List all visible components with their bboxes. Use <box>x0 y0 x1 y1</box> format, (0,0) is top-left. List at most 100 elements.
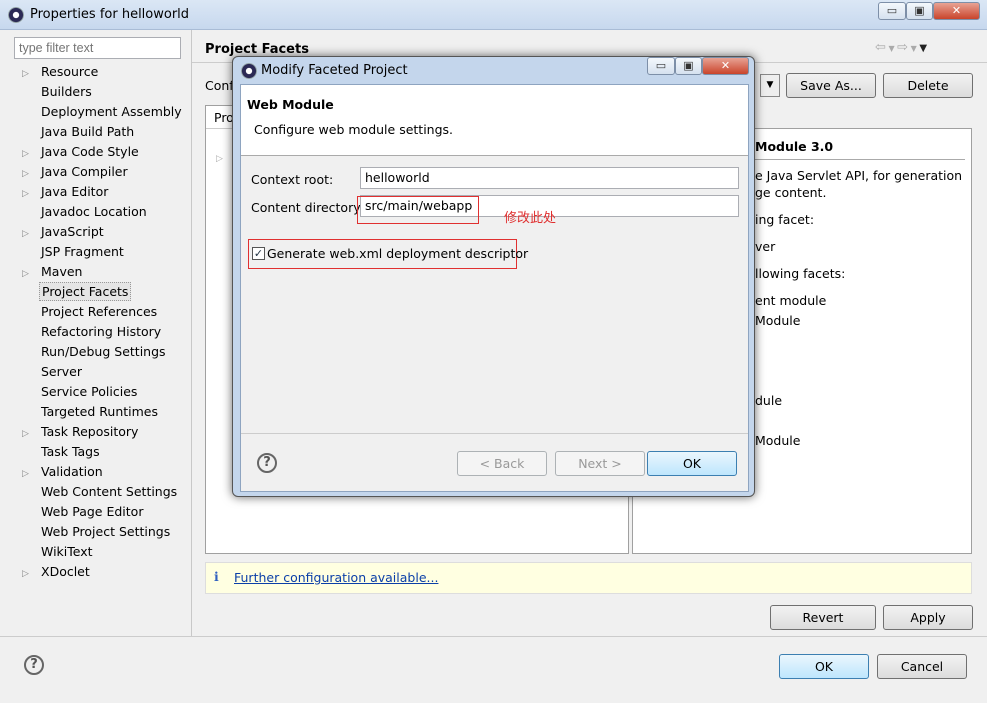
back-button[interactable]: < Back <box>457 451 547 476</box>
column-header-project-facet[interactable]: Pro <box>214 110 234 125</box>
tree-item[interactable]: ▷ Java Compiler <box>22 162 130 182</box>
expand-arrow-icon[interactable]: ▷ <box>22 564 39 584</box>
details-line: ing facet: <box>755 212 815 227</box>
tree-item[interactable]: Service Policies <box>22 382 139 402</box>
details-line: Module <box>755 433 801 448</box>
tree-item-label: Server <box>41 364 82 379</box>
details-line: dule <box>755 393 783 408</box>
generate-webxml-label[interactable]: Generate web.xml deployment descriptor <box>267 246 528 261</box>
tree-item-label: Java Code Style <box>41 144 139 159</box>
delete-button[interactable]: Delete <box>883 73 973 98</box>
tree-item[interactable]: Web Content Settings <box>22 482 179 502</box>
tree-item[interactable]: Run/Debug Settings <box>22 342 168 362</box>
context-root-label: Context root: <box>251 172 334 187</box>
expand-arrow-icon[interactable]: ▷ <box>22 464 39 484</box>
next-button[interactable]: Next > <box>555 451 645 476</box>
cancel-button[interactable]: Cancel <box>877 654 967 679</box>
back-dropdown-icon[interactable]: ▼ <box>886 44 897 53</box>
tree-item[interactable]: ▷ JavaScript <box>22 222 106 242</box>
details-title: Module 3.0 <box>755 139 834 154</box>
tree-item-label: Maven <box>41 264 83 279</box>
back-arrow-icon[interactable]: ⇦ <box>875 40 886 55</box>
info-bar: i Further configuration available... <box>205 562 972 594</box>
tree-item-label: Project Facets <box>39 282 132 301</box>
tree-item[interactable]: ▷ Task Repository <box>22 422 140 442</box>
annotation-text: 修改此处 <box>504 211 557 226</box>
tree-item-label: Project References <box>41 304 158 319</box>
tree-item[interactable]: ▷ Resource <box>22 62 100 82</box>
context-root-input[interactable]: helloworld <box>360 167 739 189</box>
expand-arrow-icon[interactable]: ▷ <box>22 264 39 284</box>
revert-button[interactable]: Revert <box>770 605 876 630</box>
tree-item-label: Deployment Assembly <box>41 104 182 119</box>
expand-arrow-icon[interactable]: ▷ <box>22 144 39 164</box>
apply-button[interactable]: Apply <box>883 605 973 630</box>
tree-item[interactable]: JSP Fragment <box>22 242 126 262</box>
tree-item-label: Service Policies <box>41 384 138 399</box>
dialog-ok-button[interactable]: OK <box>647 451 737 476</box>
details-line: llowing facets: <box>755 266 846 281</box>
tree-item-label: Targeted Runtimes <box>41 404 158 419</box>
tree-item[interactable]: Web Page Editor <box>22 502 145 522</box>
forward-dropdown-icon[interactable]: ▼ <box>908 44 919 53</box>
expand-arrow-icon[interactable]: ▷ <box>22 224 39 244</box>
tree-item[interactable]: Deployment Assembly <box>22 102 184 122</box>
dialog-minimize-button[interactable]: ▭ <box>647 57 675 75</box>
modify-faceted-project-dialog: Modify Faceted Project ▭ ▣ ✕ Web Module … <box>232 56 755 497</box>
tree-item-label: WikiText <box>41 544 93 559</box>
filter-input[interactable] <box>14 37 181 59</box>
expand-icon[interactable]: ▷ <box>216 154 223 164</box>
tree-item[interactable]: Web Project Settings <box>22 522 172 542</box>
further-configuration-link[interactable]: Further configuration available... <box>234 570 438 585</box>
tree-item-label: JavaScript <box>41 224 104 239</box>
tree-item[interactable]: Project Facets <box>22 282 132 302</box>
tree-item[interactable]: ▷ Java Code Style <box>22 142 141 162</box>
tree-item[interactable]: WikiText <box>22 542 95 562</box>
tree-item-label: Refactoring History <box>41 324 162 339</box>
content-directory-label: Content directory: <box>251 200 364 215</box>
expand-arrow-icon[interactable]: ▷ <box>22 64 39 84</box>
tree-item[interactable]: ▷ Validation <box>22 462 105 482</box>
tree-item-label: Task Repository <box>41 424 139 439</box>
tree-item[interactable]: ▷ XDoclet <box>22 562 92 582</box>
dialog-help-icon[interactable]: ? <box>257 453 277 473</box>
info-icon: i <box>214 569 219 584</box>
help-icon[interactable]: ? <box>24 655 44 675</box>
details-line: ent module <box>755 293 827 308</box>
maximize-button[interactable]: ▣ <box>906 2 933 20</box>
tree-item-label: Java Build Path <box>41 124 135 139</box>
tree-item-label: Task Tags <box>41 444 100 459</box>
tree-item[interactable]: ▷ Maven <box>22 262 84 282</box>
tree-item[interactable]: Server <box>22 362 84 382</box>
tree-item[interactable]: Targeted Runtimes <box>22 402 160 422</box>
save-as-button[interactable]: Save As... <box>786 73 876 98</box>
tree-item-label: Java Compiler <box>41 164 128 179</box>
tree-item-label: XDoclet <box>41 564 90 579</box>
tree-item[interactable]: Builders <box>22 82 94 102</box>
forward-arrow-icon[interactable]: ⇨ <box>897 40 908 55</box>
dialog-title: Modify Faceted Project <box>261 63 408 78</box>
tree-item[interactable]: ▷ Java Editor <box>22 182 110 202</box>
window-title-bar: Properties for helloworld ▭ ▣ ✕ <box>0 0 987 30</box>
dialog-maximize-button[interactable]: ▣ <box>675 57 702 75</box>
tree-item[interactable]: Javadoc Location <box>22 202 149 222</box>
tree-item[interactable]: Project References <box>22 302 159 322</box>
sash-divider[interactable] <box>191 30 192 636</box>
tree-item[interactable]: Task Tags <box>22 442 102 462</box>
minimize-button[interactable]: ▭ <box>878 2 906 20</box>
expand-arrow-icon[interactable]: ▷ <box>22 164 39 184</box>
dialog-close-button[interactable]: ✕ <box>702 57 749 75</box>
page-title: Project Facets <box>205 42 309 57</box>
tree-item-label: JSP Fragment <box>41 244 124 259</box>
expand-arrow-icon[interactable]: ▷ <box>22 184 39 204</box>
close-button[interactable]: ✕ <box>933 2 980 20</box>
configuration-dropdown-icon[interactable]: ▼ <box>760 74 780 97</box>
generate-webxml-checkbox[interactable]: ✓ <box>252 247 265 260</box>
view-menu-icon[interactable]: ▼ <box>919 43 927 54</box>
expand-arrow-icon[interactable]: ▷ <box>22 424 39 444</box>
highlight-box <box>357 196 479 224</box>
tree-item[interactable]: Java Build Path <box>22 122 136 142</box>
dialog-app-icon <box>241 63 257 79</box>
tree-item[interactable]: Refactoring History <box>22 322 163 342</box>
ok-button[interactable]: OK <box>779 654 869 679</box>
